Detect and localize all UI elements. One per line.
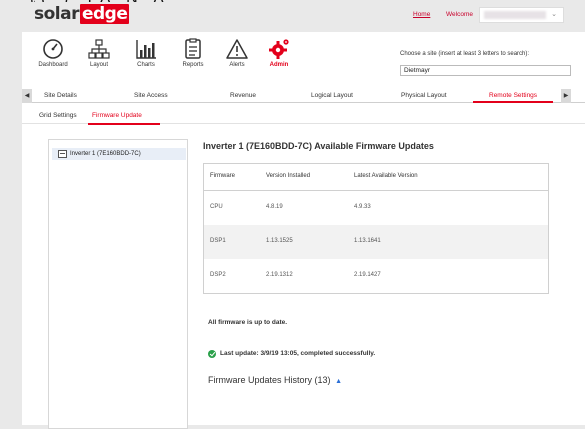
- main-panel: Dashboard Layout Charts Reports Alerts A…: [22, 32, 585, 429]
- active-subtab-indicator: [88, 123, 160, 125]
- logo-accent-text: edge: [79, 4, 130, 24]
- tab-scroll-right-icon[interactable]: ▶: [561, 89, 571, 103]
- tab-physical-layout[interactable]: Physical Layout: [401, 92, 447, 99]
- firmware-name: CPU: [210, 204, 223, 210]
- tab-site-details[interactable]: Site Details: [44, 92, 77, 99]
- column-header-version-installed: Version Installed: [266, 173, 311, 179]
- inverter-list: Inverter 1 (7E160BDD-7C): [48, 139, 188, 429]
- nav-label-dashboard: Dashboard: [38, 62, 68, 68]
- gauge-icon: [43, 39, 63, 59]
- nav-label-reports: Reports: [182, 62, 204, 68]
- firmware-table: Firmware Version Installed Latest Availa…: [203, 163, 549, 294]
- table-row: DSP1 1.13.1525 1.13.1641: [204, 225, 548, 259]
- version-installed: 2.19.1312: [266, 272, 293, 278]
- firmware-name: DSP1: [210, 238, 226, 244]
- history-count: (13): [314, 375, 331, 385]
- firmware-status-text: All firmware is up to date.: [208, 319, 288, 326]
- bar-chart-icon: [136, 40, 156, 59]
- subtab-grid-settings[interactable]: Grid Settings: [39, 112, 77, 119]
- inverter-label: Inverter 1 (7E160BDD-7C): [70, 151, 141, 157]
- table-row: DSP2 2.19.1312 2.19.1427: [204, 259, 548, 293]
- history-title: Firmware Updates History: [208, 375, 313, 385]
- version-installed: 4.8.19: [266, 204, 283, 210]
- top-bar: ℓ( ) ΥΛ Ν Λ ) ( ) \ solaredge Home Welco…: [0, 0, 585, 32]
- last-update-text: Last update: 3/9/19 13:05, completed suc…: [220, 350, 376, 357]
- nav-alerts[interactable]: Alerts: [214, 38, 260, 68]
- nav-admin[interactable]: Admin: [256, 38, 302, 68]
- firmware-updates-title: Inverter 1 (7E160BDD-7C) Available Firmw…: [203, 141, 434, 151]
- version-installed: 1.13.1525: [266, 238, 293, 244]
- home-link[interactable]: Home: [413, 11, 430, 18]
- latest-version: 1.13.1641: [354, 238, 381, 244]
- user-menu-dropdown[interactable]: ⌄: [479, 7, 564, 23]
- nav-dashboard[interactable]: Dashboard: [30, 38, 76, 68]
- tab-scroll-left-icon[interactable]: ◀: [22, 89, 32, 103]
- tab-remote-settings[interactable]: Remote Settings: [489, 92, 537, 99]
- tab-revenue[interactable]: Revenue: [230, 92, 256, 99]
- site-search-input[interactable]: [400, 65, 571, 76]
- check-circle-icon: [208, 350, 216, 358]
- nav-label-admin: Admin: [269, 62, 289, 68]
- top-edge-artifact: ℓ( ) ΥΛ Ν Λ ) ( ) \: [30, 0, 165, 2]
- main-tabs: ◀ Site Details Site Access Revenue Logic…: [22, 89, 585, 103]
- tab-site-access[interactable]: Site Access: [134, 92, 168, 99]
- subtab-firmware-update[interactable]: Firmware Update: [92, 112, 142, 119]
- nav-label-charts: Charts: [137, 62, 155, 68]
- nav-layout[interactable]: Layout: [76, 38, 122, 68]
- table-row: CPU 4.8.19 4.9.33: [204, 191, 548, 225]
- firmware-name: DSP2: [210, 272, 226, 278]
- latest-version: 4.9.33: [354, 204, 371, 210]
- nav-label-layout: Layout: [89, 62, 108, 68]
- sub-tabs: Grid Settings Firmware Update: [22, 110, 585, 125]
- chevron-down-icon: ⌄: [551, 11, 557, 18]
- warning-icon: [226, 39, 248, 59]
- site-search-label: Choose a site (insert at least 3 letters…: [400, 51, 530, 57]
- tab-logical-layout[interactable]: Logical Layout: [311, 92, 353, 99]
- network-icon: [88, 39, 110, 59]
- solaredge-logo[interactable]: solar edge: [34, 4, 130, 24]
- report-icon: [185, 38, 201, 59]
- nav-label-alerts: Alerts: [229, 62, 245, 68]
- firmware-history-toggle[interactable]: Firmware Updates History (13) ▲: [208, 375, 342, 385]
- inverter-icon: [58, 150, 67, 158]
- nav-charts[interactable]: Charts: [123, 38, 169, 68]
- latest-version: 2.19.1427: [354, 272, 381, 278]
- caret-up-icon: ▲: [335, 378, 343, 385]
- welcome-label: Welcome: [446, 11, 473, 18]
- redacted-username: [484, 11, 546, 19]
- gear-icon: [269, 39, 289, 59]
- inverter-list-item[interactable]: Inverter 1 (7E160BDD-7C): [52, 148, 186, 160]
- nav-reports[interactable]: Reports: [170, 38, 216, 68]
- logo-main-text: solar: [34, 4, 79, 24]
- column-header-latest-version: Latest Available Version: [354, 173, 418, 179]
- column-header-firmware: Firmware: [210, 173, 235, 179]
- active-tab-indicator: [473, 101, 553, 103]
